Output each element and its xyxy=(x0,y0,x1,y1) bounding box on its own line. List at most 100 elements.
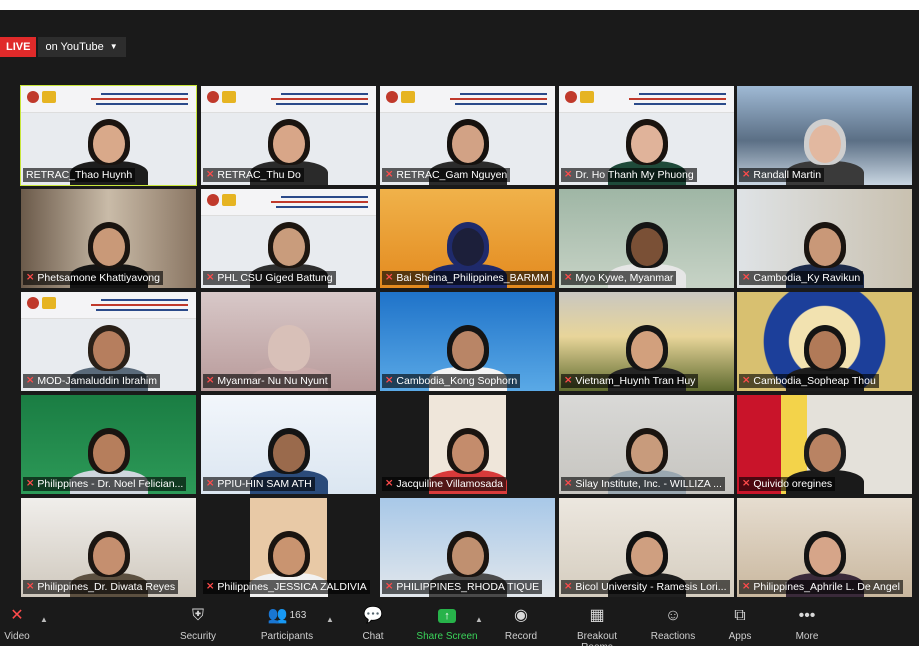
chat-label: Chat xyxy=(362,631,384,642)
participant-face xyxy=(808,331,841,369)
participant-name: RETRAC_Gam Nguyen xyxy=(396,169,508,181)
participant-name: Dr. Ho Thanh My Phuong xyxy=(575,169,694,181)
participant-name: Cambodia_Sopheap Thou xyxy=(753,375,876,387)
participant-name-label: ⨯ Philippines_Dr. Diwata Reyes xyxy=(23,580,179,594)
participant-tile[interactable]: ⨯ Jacquiline Villamosada xyxy=(380,395,555,494)
participant-tile[interactable]: ⨯ Phetsamone Khattiyavong xyxy=(21,189,196,288)
chat-button[interactable]: 💬 Chat xyxy=(338,605,408,642)
muted-mic-icon: ⨯ xyxy=(206,169,215,180)
participant-tile[interactable]: ⨯ Philippines_Aphrile L. De Angel xyxy=(737,498,912,597)
participant-face xyxy=(808,125,841,163)
participant-face xyxy=(92,331,125,369)
participants-options-caret-icon[interactable]: ▲ xyxy=(326,615,334,624)
participant-name-label: ⨯ MOD-Jamaluddin Ibrahim xyxy=(23,374,161,388)
participant-name: MOD-Jamaluddin Ibrahim xyxy=(37,375,158,387)
zoom-meeting-window: LIVE on YouTube ▼ RETRAC_Thao Huynh ⨯ RETR… xyxy=(0,0,919,646)
participant-face xyxy=(630,331,663,369)
participant-tile[interactable]: ⨯ Philippines - Dr. Noel Felician... xyxy=(21,395,196,494)
youtube-label: on YouTube xyxy=(45,41,104,53)
security-button[interactable]: ⛨ Security xyxy=(163,605,233,642)
banner-text-line xyxy=(96,103,188,105)
participant-name-label: ⨯ Cambodia_Kong Sophorn xyxy=(382,374,521,388)
participant-name-label: RETRAC_Thao Huynh xyxy=(23,168,136,182)
anniversary-logo-icon xyxy=(42,91,56,103)
shield-icon: ⛨ xyxy=(191,607,204,624)
participant-face xyxy=(92,537,125,575)
record-label: Record xyxy=(504,631,538,642)
participant-tile[interactable]: ⨯ RETRAC_Gam Nguyen xyxy=(380,86,555,185)
breakout-rooms-button[interactable]: ▦ Breakout Rooms xyxy=(562,605,632,646)
participant-face xyxy=(272,125,305,163)
participant-tile[interactable]: ⨯ Cambodia_Kong Sophorn xyxy=(380,292,555,391)
muted-mic-icon: ⨯ xyxy=(206,375,215,386)
participant-tile[interactable]: ⨯ Cambodia_Sopheap Thou xyxy=(737,292,912,391)
participant-tile[interactable]: ⨯ PHILIPPINES_RHODA TIQUE xyxy=(380,498,555,597)
seminar-banner xyxy=(559,86,734,113)
participant-tile[interactable]: ⨯ Philippines_Dr. Diwata Reyes xyxy=(21,498,196,597)
muted-mic-icon: ⨯ xyxy=(385,581,394,592)
more-button[interactable]: ••• More xyxy=(772,605,842,642)
participant-name-label: ⨯ Silay Institute, Inc. - WILLIZA ... xyxy=(561,477,725,491)
participant-face xyxy=(808,537,841,575)
participant-tile[interactable]: ⨯ PHL CSU Giged Battung xyxy=(201,189,376,288)
participant-tile[interactable]: RETRAC_Thao Huynh xyxy=(20,85,197,186)
record-icon: ◉ xyxy=(514,607,528,624)
participant-name: Vietnam_Huynh Tran Huy xyxy=(575,375,696,387)
participant-face xyxy=(451,125,484,163)
participant-name-label: ⨯ Randall Martin xyxy=(739,168,825,182)
video-options-caret-icon[interactable]: ▲ xyxy=(40,615,48,624)
record-button[interactable]: ◉ Record xyxy=(486,605,556,642)
participant-tile[interactable]: ⨯ Cambodia_Ky Ravikun xyxy=(737,189,912,288)
seminar-banner xyxy=(21,86,196,113)
live-stream-indicator: LIVE on YouTube ▼ xyxy=(0,36,126,58)
participant-name: PHILIPPINES_RHODA TIQUE xyxy=(396,581,540,593)
share-options-caret-icon[interactable]: ▲ xyxy=(475,615,483,624)
reactions-button[interactable]: ☺ Reactions xyxy=(638,605,708,642)
participant-tile[interactable]: ⨯ Myo Kywe, Myanmar xyxy=(559,189,734,288)
muted-mic-icon: ⨯ xyxy=(742,375,751,386)
organization-logo-icon xyxy=(386,91,398,103)
participant-face xyxy=(451,434,484,472)
participant-face xyxy=(630,434,663,472)
share-screen-button[interactable]: ↑ Share Screen xyxy=(412,605,482,642)
participant-tile[interactable]: ⨯ Myanmar- Nu Nu Nyunt xyxy=(201,292,376,391)
participant-tile[interactable]: ⨯ Bai Sheina_Philippines_BARMM xyxy=(380,189,555,288)
meeting-toolbar: ✕ Video ▲ ⛨ Security 👥 163 Participants ▲… xyxy=(0,601,919,646)
youtube-stream-button[interactable]: on YouTube ▼ xyxy=(38,37,126,57)
participant-face xyxy=(451,537,484,575)
muted-mic-icon: ⨯ xyxy=(26,478,35,489)
banner-text-line xyxy=(101,299,188,301)
participant-face xyxy=(630,125,663,163)
apps-icon: ⧉ xyxy=(734,607,746,624)
participant-name-label: ⨯ Phetsamone Khattiyavong xyxy=(23,271,163,285)
muted-mic-icon: ⨯ xyxy=(742,581,751,592)
participant-name-label: ⨯ Vietnam_Huynh Tran Huy xyxy=(561,374,699,388)
participant-tile[interactable]: ⨯ Vietnam_Huynh Tran Huy xyxy=(559,292,734,391)
participant-name-label: ⨯ Cambodia_Sopheap Thou xyxy=(739,374,879,388)
participant-tile[interactable]: ⨯ RETRAC_Thu Do xyxy=(201,86,376,185)
participant-name-label: ⨯ Dr. Ho Thanh My Phuong xyxy=(561,168,697,182)
participant-tile[interactable]: ⨯ Bicol University - Ramesis Lori... xyxy=(559,498,734,597)
more-label: More xyxy=(795,631,819,642)
apps-button[interactable]: ⧉ Apps xyxy=(705,605,775,642)
participant-tile[interactable]: ⨯ PPIU-HIN SAM ATH xyxy=(201,395,376,494)
participants-button[interactable]: 👥 163 Participants xyxy=(252,605,322,642)
participant-tile[interactable]: ⨯ MOD-Jamaluddin Ibrahim xyxy=(21,292,196,391)
participant-name: Randall Martin xyxy=(753,169,822,181)
participant-name-label: ⨯ Jacquiline Villamosada xyxy=(382,477,507,491)
participant-face xyxy=(808,228,841,266)
participant-name-label: ⨯ Bicol University - Ramesis Lori... xyxy=(561,580,730,594)
banner-text-line xyxy=(634,103,726,105)
participant-tile[interactable]: ⨯ Quivido oregines xyxy=(737,395,912,494)
participant-name-label: ⨯ Myo Kywe, Myanmar xyxy=(561,271,677,285)
participant-tile[interactable]: ⨯ Philippines_JESSICA ZALDIVIA xyxy=(201,498,376,597)
top-strip xyxy=(0,0,919,10)
participant-tile[interactable]: ⨯ Dr. Ho Thanh My Phuong xyxy=(559,86,734,185)
banner-text-line xyxy=(639,93,726,95)
banner-text-line xyxy=(450,98,547,100)
participant-tile[interactable]: ⨯ Randall Martin xyxy=(737,86,912,185)
banner-text-line xyxy=(281,196,368,198)
share-arrow-icon: ↑ xyxy=(438,608,456,623)
muted-mic-icon: ⨯ xyxy=(206,581,215,592)
participant-tile[interactable]: ⨯ Silay Institute, Inc. - WILLIZA ... xyxy=(559,395,734,494)
